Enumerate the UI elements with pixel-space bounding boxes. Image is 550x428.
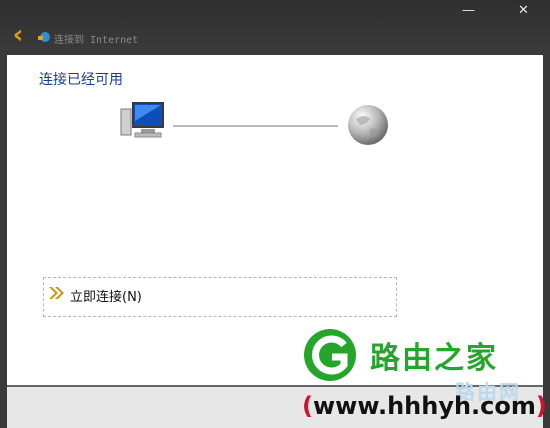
watermark-brand: 路由之家 xyxy=(370,341,498,376)
window-title: 连接到 Internet xyxy=(54,35,139,46)
connection-status-text: 连接已经可用 xyxy=(39,72,123,88)
watermark-paren-close: ) xyxy=(535,392,547,420)
globe-icon xyxy=(348,105,388,145)
connect-now-label: 立即连接(N) xyxy=(70,290,142,305)
watermark-url: (www.hhhyh.com) xyxy=(302,392,547,420)
connect-now-option[interactable]: 立即连接(N) xyxy=(43,277,397,317)
computer-icon xyxy=(120,102,164,138)
watermark-url-text: www.hhhyh.com xyxy=(312,392,536,420)
back-arrow-icon[interactable]: ‹ xyxy=(6,22,30,48)
watermark-paren-open: ( xyxy=(302,392,313,420)
network-app-icon xyxy=(38,32,50,42)
close-button[interactable]: ✕ xyxy=(518,4,529,18)
minimize-button[interactable]: — xyxy=(462,4,475,18)
double-chevron-icon xyxy=(49,287,64,299)
title-bar: — ✕ ‹ 连接到 Internet xyxy=(0,0,550,55)
connection-line xyxy=(173,125,338,127)
watermark-logo-icon xyxy=(304,329,356,381)
